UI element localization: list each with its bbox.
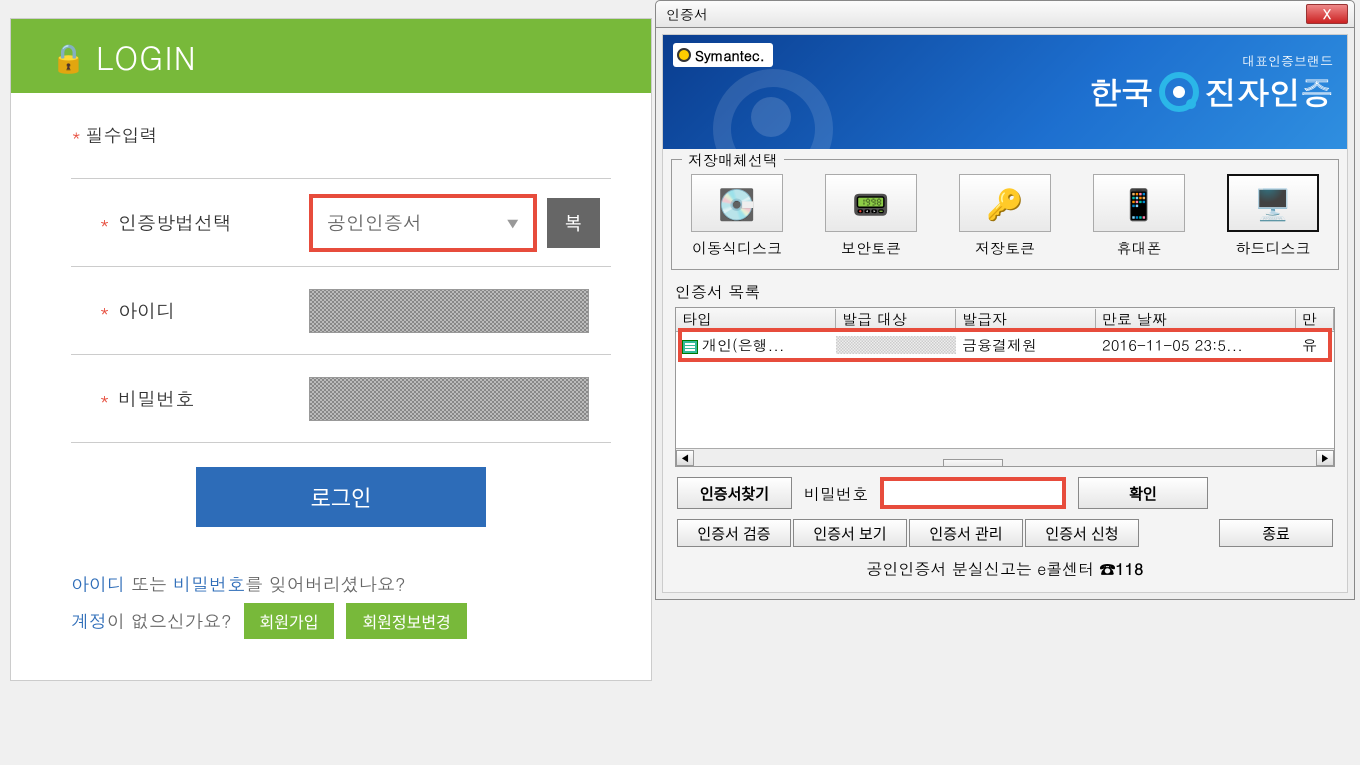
cert-row[interactable]: 개인(은행... 금융결제원 2016-11-05 23:5... 유 (676, 332, 1334, 358)
lock-icon: 🔒 (51, 36, 86, 76)
brand-banner: Symantec. 대표인증브랜드 한국 진자인증 (663, 35, 1347, 149)
col-subject: 발급 대상 (836, 309, 956, 330)
cert-view-button[interactable]: 인증서 보기 (793, 519, 907, 547)
login-panel: 🔒 LOGIN *필수입력 *인증방법선택 공인인증서 ▼ 복 *아이디 (10, 18, 652, 681)
auth-method-label: 인증방법선택 (118, 209, 232, 236)
storage-security-token[interactable]: 📟보안토큰 (816, 174, 926, 259)
cert-table-header: 타입 발급 대상 발급자 만료 날짜 만 (676, 308, 1334, 332)
account-link[interactable]: 계정 (71, 609, 107, 634)
harddisk-icon: 🖥️ (1227, 174, 1319, 232)
storage-phone[interactable]: 📱휴대폰 (1084, 174, 1194, 259)
cert-request-button[interactable]: 인증서 신청 (1025, 519, 1139, 547)
cert-password-label: 비밀번호 (804, 482, 868, 505)
auth-method-value: 공인인증서 (327, 209, 422, 236)
helper-links: 아이디 또는 비밀번호를 잊어버리셨나요? 계정이 없으신가요? 회원가입 회원… (71, 567, 611, 640)
col-status: 만 (1296, 309, 1334, 330)
login-button[interactable]: 로그인 (196, 467, 486, 527)
row-password: *비밀번호 (71, 355, 611, 443)
scroll-thumb[interactable] (943, 459, 1003, 468)
phone-icon: 📱 (1093, 174, 1185, 232)
forgot-id-link[interactable]: 아이디 (71, 572, 125, 597)
required-note: *필수입력 (71, 123, 611, 148)
cert-subject-masked (836, 336, 956, 354)
cert-icon (682, 340, 698, 354)
find-cert-button[interactable]: 인증서찾기 (677, 477, 792, 509)
required-star-icon: * (71, 123, 82, 148)
restore-button[interactable]: 복 (547, 198, 600, 248)
id-label: 아이디 (118, 297, 175, 324)
cert-bottom-buttons: 인증서 검증 인증서 보기 인증서 관리 인증서 신청 종료 (677, 519, 1333, 547)
storage-group: 저장매체선택 💽이동식디스크 📟보안토큰 🔑저장토큰 📱휴대폰 🖥️하드디스크 (671, 159, 1339, 270)
login-form: *인증방법선택 공인인증서 ▼ 복 *아이디 *비밀번호 (71, 178, 611, 443)
scroll-right-icon[interactable]: ▶ (1316, 450, 1334, 466)
removable-disk-icon: 💽 (691, 174, 783, 232)
symantec-logo: Symantec. (673, 43, 773, 67)
login-title: LOGIN (96, 34, 197, 79)
cert-titlebar[interactable]: 인증서 X (655, 0, 1355, 28)
storage-harddisk[interactable]: 🖥️하드디스크 (1218, 174, 1328, 259)
forgot-pw-link[interactable]: 비밀번호 (173, 572, 245, 597)
member-modify-button[interactable]: 회원정보변경 (346, 603, 466, 639)
signup-button[interactable]: 회원가입 (244, 603, 335, 639)
auth-method-select[interactable]: 공인인증서 ▼ (309, 194, 537, 252)
password-label: 비밀번호 (118, 385, 194, 412)
cert-verify-button[interactable]: 인증서 검증 (677, 519, 791, 547)
row-auth-method: *인증방법선택 공인인증서 ▼ 복 (71, 179, 611, 267)
col-issuer: 발급자 (956, 309, 1096, 330)
storage-save-token[interactable]: 🔑저장토큰 (950, 174, 1060, 259)
cert-password-input[interactable] (880, 477, 1066, 509)
brand-q-icon (1159, 72, 1199, 112)
phone-icon-text: ☎118 (1099, 557, 1143, 580)
save-token-icon: 🔑 (959, 174, 1051, 232)
id-input[interactable] (309, 289, 589, 333)
storage-removable[interactable]: 💽이동식디스크 (682, 174, 792, 259)
storage-legend: 저장매체선택 (682, 150, 784, 171)
cert-hscroll[interactable]: ◀ ▶ (676, 448, 1334, 466)
login-header: 🔒 LOGIN (11, 19, 651, 93)
password-input[interactable] (309, 377, 589, 421)
cert-table: 타입 발급 대상 발급자 만료 날짜 만 개인(은행... 금융결제원 2016… (675, 307, 1335, 467)
cert-list-label: 인증서 목록 (675, 280, 1335, 303)
symantec-check-icon (677, 48, 691, 62)
scroll-left-icon[interactable]: ◀ (676, 450, 694, 466)
exit-button[interactable]: 종료 (1219, 519, 1333, 547)
cert-dialog-title: 인증서 (666, 4, 708, 24)
security-token-icon: 📟 (825, 174, 917, 232)
banner-head-icon (751, 97, 791, 137)
col-expiry: 만료 날짜 (1096, 309, 1296, 330)
brand-name: 한국 진자인증 (1089, 72, 1333, 112)
cert-password-row: 인증서찾기 비밀번호 확인 (677, 477, 1333, 509)
close-icon: X (1323, 4, 1331, 23)
cert-manage-button[interactable]: 인증서 관리 (909, 519, 1023, 547)
chevron-down-icon: ▼ (506, 213, 519, 233)
footer-text: 공인인증서 분실신고는 e콜센터 ☎118 (663, 557, 1347, 580)
col-type: 타입 (676, 309, 836, 330)
close-button[interactable]: X (1306, 4, 1348, 24)
cert-dialog: 인증서 X Symantec. 대표인증브랜드 한국 진자인증 저장매체선택 (655, 0, 1355, 600)
confirm-button[interactable]: 확인 (1078, 477, 1208, 509)
row-id: *아이디 (71, 267, 611, 355)
brand-tagline: 대표인증브랜드 (1089, 51, 1333, 70)
